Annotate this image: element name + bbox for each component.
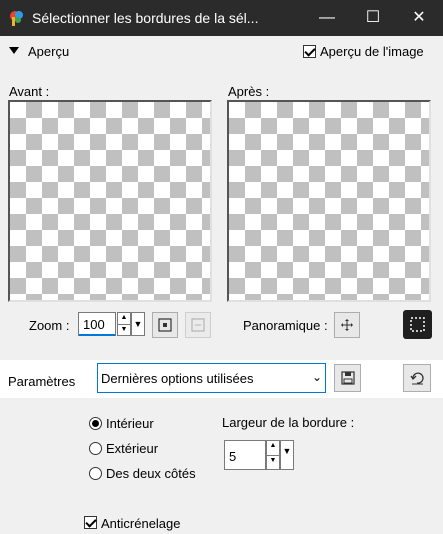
border-width-value: 5 xyxy=(229,449,237,464)
radio-inside[interactable] xyxy=(89,417,102,430)
presets-label: Paramètres xyxy=(8,374,76,389)
radio-outside[interactable] xyxy=(89,442,102,455)
border-width-spinner[interactable]: ▲ ▼ xyxy=(266,440,280,470)
border-width-input[interactable]: 5 xyxy=(224,440,266,470)
after-label: Après : xyxy=(228,84,270,99)
save-preset-button[interactable] xyxy=(334,364,361,392)
options-panel: Intérieur Extérieur Des deux côtés Large… xyxy=(0,398,443,534)
zoom-input[interactable]: 100 xyxy=(78,312,116,336)
border-width-label: Largeur de la bordure : xyxy=(222,415,355,430)
presets-value: Dernières options utilisées xyxy=(101,371,254,386)
zoom-fit-icon xyxy=(158,318,172,332)
presets-row: Paramètres Dernières options utilisées ⌄ xyxy=(0,360,443,398)
radio-both-sides-label: Des deux côtés xyxy=(106,466,196,481)
marquee-icon xyxy=(410,317,425,332)
focus-underline xyxy=(79,334,115,336)
zoom-dropdown-icon[interactable]: ▼ xyxy=(131,312,145,336)
window-title: Sélectionner les bordures de la sél... xyxy=(32,10,259,26)
chevron-down-icon: ⌄ xyxy=(311,370,322,384)
zoom-spinner[interactable]: ▲ ▼ xyxy=(117,312,131,336)
zoom-label: Zoom : xyxy=(29,318,70,333)
preview-header: Aperçu Aperçu de l'image xyxy=(0,37,443,67)
before-preview[interactable] xyxy=(8,100,212,302)
title-bar: Sélectionner les bordures de la sél... —… xyxy=(0,0,443,36)
save-icon xyxy=(341,371,355,385)
image-preview-checkbox[interactable] xyxy=(303,45,316,58)
reset-icon xyxy=(410,372,424,385)
app-icon xyxy=(8,9,26,27)
spin-up-icon[interactable]: ▲ xyxy=(267,441,279,455)
zoom-fit-button[interactable] xyxy=(152,312,178,338)
reset-button[interactable] xyxy=(403,364,431,392)
border-width-dropdown-icon[interactable]: ▼ xyxy=(280,440,294,470)
move-icon xyxy=(341,319,353,331)
presets-dropdown[interactable]: Dernières options utilisées ⌄ xyxy=(97,363,326,393)
collapse-arrow-icon[interactable] xyxy=(9,47,19,54)
image-preview-label: Aperçu de l'image xyxy=(320,44,424,59)
pan-label: Panoramique : xyxy=(243,318,328,333)
radio-inside-label: Intérieur xyxy=(106,416,154,431)
spin-down-icon[interactable]: ▼ xyxy=(267,455,279,470)
minimize-button[interactable]: — xyxy=(304,0,350,36)
zoom-actual-icon xyxy=(191,318,205,332)
after-preview[interactable] xyxy=(227,100,431,302)
antialias-checkbox[interactable] xyxy=(84,516,97,529)
before-label: Avant : xyxy=(9,84,50,99)
antialias-label: Anticrénelage xyxy=(101,516,181,531)
spin-up-icon[interactable]: ▲ xyxy=(118,313,130,324)
radio-outside-label: Extérieur xyxy=(106,441,159,456)
maximize-button[interactable]: ☐ xyxy=(350,0,396,36)
zoom-actual-button[interactable] xyxy=(185,312,211,338)
spin-down-icon[interactable]: ▼ xyxy=(118,324,130,336)
pan-button[interactable] xyxy=(334,312,360,338)
selection-view-button[interactable] xyxy=(403,310,432,339)
zoom-value: 100 xyxy=(83,317,105,332)
close-button[interactable]: ✕ xyxy=(396,0,442,36)
radio-both-sides[interactable] xyxy=(89,467,102,480)
preview-section-label: Aperçu xyxy=(28,44,70,59)
